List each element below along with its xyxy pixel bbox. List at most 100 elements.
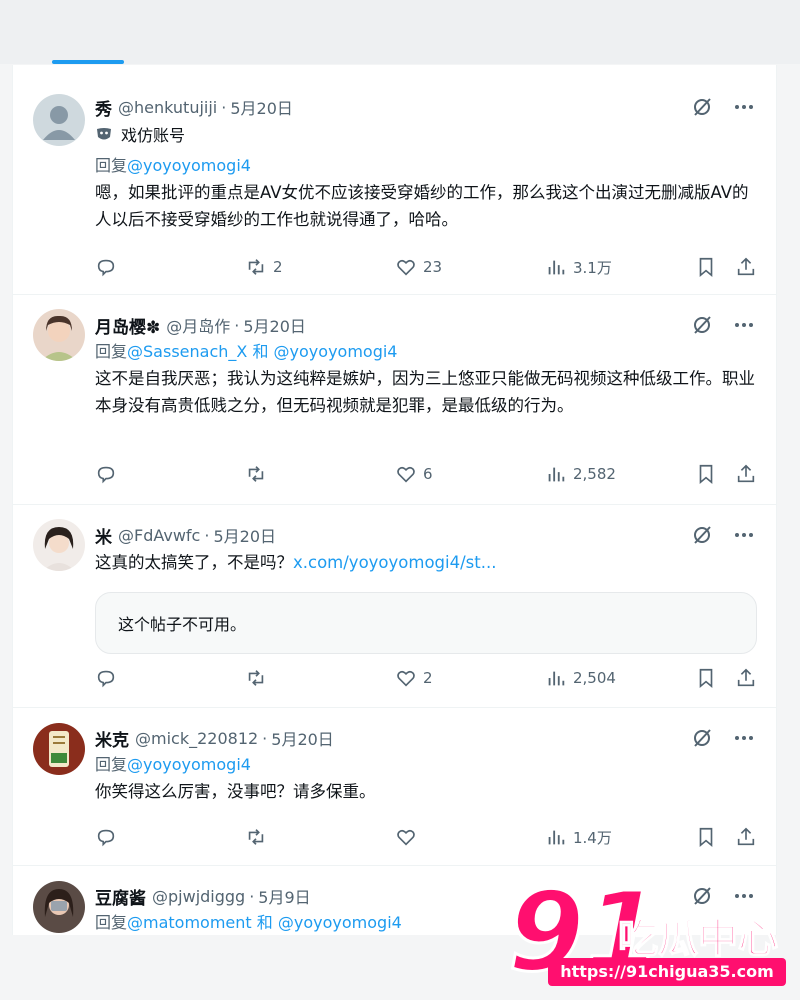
like-button[interactable] — [395, 826, 423, 848]
separator-dot: · — [221, 97, 227, 117]
post-text: 这真的太搞笑了，不是吗？x.com/yoyoyomogi4/st... — [95, 549, 756, 576]
replying-to: 回复@yoyoyomogi4 — [95, 752, 756, 778]
repost-button[interactable] — [245, 826, 273, 848]
share-icon — [737, 257, 755, 276]
post-time[interactable]: 5月20日 — [230, 95, 293, 119]
bookmark-icon — [699, 257, 713, 278]
grok-icon[interactable] — [690, 523, 714, 547]
display-name[interactable]: 月岛樱✽ — [95, 313, 160, 338]
replies-feed: 秀 @henkutujiji · 5月20日 戏仿账号 回复@yoyoyomog… — [12, 65, 777, 935]
display-name[interactable]: 豆腐酱 — [95, 884, 146, 909]
reply-button[interactable] — [95, 256, 123, 278]
views-button[interactable]: 2,504 — [545, 667, 616, 689]
reply-prefix: 回复 — [95, 156, 128, 175]
reply-prefix: 回复 — [95, 755, 128, 774]
post-header: 月岛樱✽ @月岛作 · 5月20日 — [95, 311, 756, 339]
like-icon — [397, 829, 415, 846]
bookmark-button[interactable] — [695, 667, 717, 689]
like-button[interactable]: 2 — [395, 667, 433, 689]
views-count: 2,582 — [573, 465, 616, 483]
like-icon — [397, 670, 415, 687]
repost-button[interactable] — [245, 667, 273, 689]
separator-dot: · — [204, 525, 210, 545]
like-button[interactable]: 23 — [395, 256, 442, 278]
avatar[interactable] — [33, 881, 85, 933]
repost-button[interactable]: 2 — [245, 256, 283, 278]
quoted-post-link[interactable]: x.com/yoyoyomogi4/st... — [293, 553, 496, 572]
parody-mask-icon — [97, 128, 111, 140]
display-name[interactable]: 米 — [95, 523, 112, 548]
like-count: 6 — [423, 465, 433, 483]
avatar[interactable] — [33, 309, 85, 361]
bookmark-button[interactable] — [695, 463, 717, 485]
grok-icon[interactable] — [690, 95, 714, 119]
views-icon — [548, 671, 565, 686]
like-button[interactable]: 6 — [395, 463, 433, 485]
share-button[interactable] — [735, 256, 757, 278]
replying-to: 回复@yoyoyomogi4 — [95, 153, 756, 179]
user-handle[interactable]: @FdAvwfc — [118, 526, 200, 545]
like-count: 23 — [423, 258, 443, 276]
post[interactable]: 秀 @henkutujiji · 5月20日 戏仿账号 回复@yoyoyomog… — [13, 65, 776, 295]
like-icon — [397, 466, 415, 483]
repost-icon — [248, 829, 264, 845]
mention-link[interactable]: @yoyoyomogi4 — [274, 342, 398, 361]
avatar[interactable] — [33, 723, 85, 775]
more-icon[interactable] — [732, 313, 756, 337]
post-text: 这不是自我厌恶；我认为这纯粹是嫉妒，因为三上悠亚只能做无码视频这种低级工作。职业… — [95, 369, 755, 415]
avatar[interactable] — [33, 519, 85, 571]
mention-link[interactable]: @yoyoyomogi4 — [127, 156, 251, 175]
quoted-post-unavailable: 这个帖子不可用。 — [95, 592, 757, 654]
post-time[interactable]: 5月9日 — [258, 884, 310, 908]
share-icon — [737, 827, 755, 846]
post[interactable]: 月岛樱✽ @月岛作 · 5月20日 回复@Sassenach_X 和 @yoyo… — [13, 295, 776, 505]
bookmark-icon — [699, 827, 713, 848]
user-handle[interactable]: @pjwjdiggg — [152, 887, 245, 906]
user-handle[interactable]: @月岛作 — [166, 313, 230, 337]
more-icon[interactable] — [732, 726, 756, 750]
share-button[interactable] — [735, 463, 757, 485]
post-time[interactable]: 5月20日 — [243, 313, 306, 337]
bookmark-button[interactable] — [695, 826, 717, 848]
views-button[interactable]: 2,582 — [545, 463, 616, 485]
mention-link[interactable]: @Sassenach_X — [127, 342, 247, 361]
post-actions: 1.4万 — [95, 826, 756, 854]
post-text: 你笑得这么厉害，没事吧？请多保重。 — [95, 782, 376, 801]
views-button[interactable]: 1.4万 — [545, 826, 612, 848]
post[interactable]: 米克 @mick_220812 · 5月20日 回复@yoyoyomogi4 你… — [13, 708, 776, 866]
reply-button[interactable] — [95, 826, 123, 848]
user-handle[interactable]: @henkutujiji — [118, 98, 217, 117]
views-button[interactable]: 3.1万 — [545, 256, 612, 278]
post-time[interactable]: 5月20日 — [213, 523, 276, 547]
mention-link[interactable]: @matomoment — [127, 913, 252, 932]
more-icon[interactable] — [732, 523, 756, 547]
bookmark-button[interactable] — [695, 256, 717, 278]
avatar[interactable] — [33, 94, 85, 146]
views-count: 3.1万 — [573, 258, 612, 277]
grok-icon[interactable] — [690, 726, 714, 750]
display-name[interactable]: 米克 — [95, 726, 129, 751]
like-icon — [397, 259, 415, 276]
reply-button[interactable] — [95, 463, 123, 485]
repost-icon — [248, 466, 264, 482]
reply-button[interactable] — [95, 667, 123, 689]
user-handle[interactable]: @mick_220812 — [135, 729, 258, 748]
reply-icon — [97, 670, 115, 688]
mention-link[interactable]: @yoyoyomogi4 — [278, 913, 402, 932]
mention-conjunction: 和 — [252, 342, 269, 361]
views-icon — [548, 260, 565, 275]
mention-link[interactable]: @yoyoyomogi4 — [127, 755, 251, 774]
repost-icon — [248, 259, 264, 275]
share-button[interactable] — [735, 667, 757, 689]
more-icon[interactable] — [732, 95, 756, 119]
post[interactable]: 米 @FdAvwfc · 5月20日 这真的太搞笑了，不是吗？x.com/yoy… — [13, 505, 776, 708]
repost-button[interactable] — [245, 463, 273, 485]
top-bar — [0, 0, 800, 64]
post-header: 米 @FdAvwfc · 5月20日 — [95, 521, 756, 549]
display-name[interactable]: 秀 — [95, 95, 112, 120]
post-text: 嗯，如果批评的重点是AV女优不应该接受穿婚纱的工作，那么我这个出演过无删减版AV… — [95, 183, 749, 229]
post-actions: 2 23 3.1万 — [95, 256, 756, 284]
post-time[interactable]: 5月20日 — [271, 726, 334, 750]
grok-icon[interactable] — [690, 313, 714, 337]
share-button[interactable] — [735, 826, 757, 848]
